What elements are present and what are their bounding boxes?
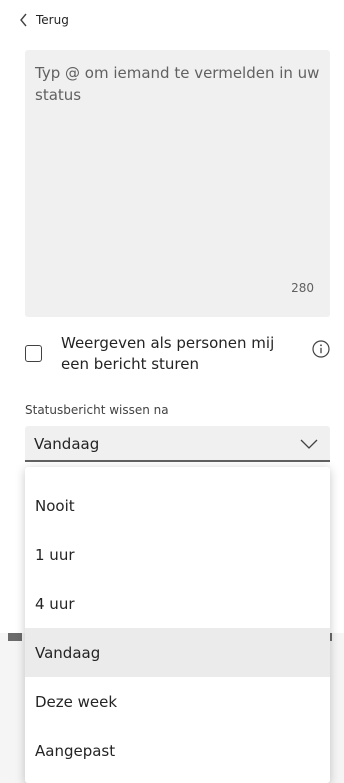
clear-after-dropdown[interactable]: Vandaag: [25, 426, 330, 462]
show-when-messaged-checkbox[interactable]: [25, 345, 42, 362]
info-icon[interactable]: [311, 339, 331, 359]
show-when-messaged-option: Weergeven als personen mij een bericht s…: [25, 333, 337, 381]
background-divider-left: [8, 633, 22, 641]
status-message-input[interactable]: Typ @ om iemand te vermelden in uw statu…: [25, 50, 330, 317]
option-nooit[interactable]: Nooit: [25, 481, 330, 530]
show-when-messaged-label: Weergeven als personen mij een bericht s…: [61, 334, 275, 373]
option-aangepast[interactable]: Aangepast: [25, 726, 330, 775]
option-4-uur[interactable]: 4 uur: [25, 579, 330, 628]
option-vandaag[interactable]: Vandaag: [25, 628, 330, 677]
back-label: Terug: [36, 13, 69, 27]
chevron-left-icon: [20, 13, 27, 27]
option-deze-week[interactable]: Deze week: [25, 677, 330, 726]
clear-after-label: Statusbericht wissen na: [25, 403, 169, 417]
back-button[interactable]: Terug: [18, 8, 69, 32]
character-count: 280: [291, 281, 314, 295]
option-1-uur[interactable]: 1 uur: [25, 530, 330, 579]
chevron-down-icon: [300, 439, 318, 449]
status-placeholder: Typ @ om iemand te vermelden in uw statu…: [35, 64, 320, 104]
clear-after-options-list: Nooit 1 uur 4 uur Vandaag Deze week Aang…: [25, 467, 330, 783]
clear-after-selected-value: Vandaag: [34, 435, 100, 453]
